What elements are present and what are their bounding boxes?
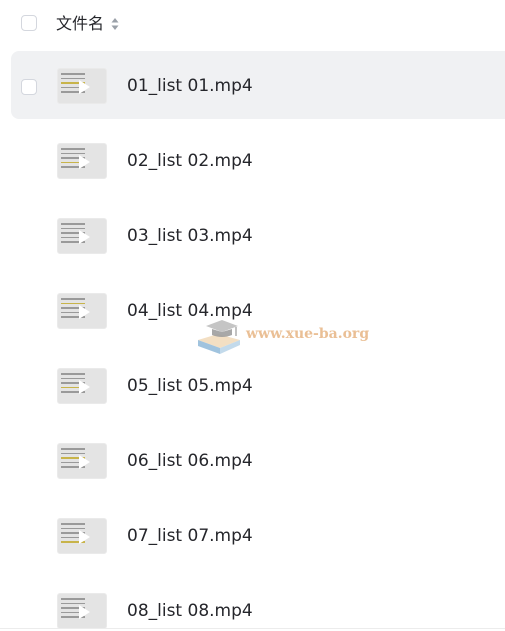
watermark-text: www.xue-ba.org xyxy=(246,326,370,342)
play-icon xyxy=(79,380,90,394)
file-name[interactable]: 03_list 03.mp4 xyxy=(127,225,253,247)
play-icon xyxy=(79,80,90,94)
list-header: 文件名 xyxy=(0,0,505,48)
file-row[interactable]: 05_list 05.mp4 xyxy=(0,351,505,426)
video-thumbnail[interactable] xyxy=(57,218,107,254)
file-name[interactable]: 01_list 01.mp4 xyxy=(127,75,253,97)
file-row[interactable]: 06_list 06.mp4 xyxy=(0,426,505,501)
video-thumbnail[interactable] xyxy=(57,143,107,179)
video-thumbnail[interactable] xyxy=(57,593,107,629)
file-browser: 文件名 01_list 01.mp4 02_list 02.mp4 03_lis… xyxy=(0,0,505,631)
column-header-filename[interactable]: 文件名 xyxy=(56,12,104,36)
file-row[interactable]: 01_list 01.mp4 xyxy=(0,51,505,126)
file-name[interactable]: 07_list 07.mp4 xyxy=(127,525,253,547)
file-row[interactable]: 03_list 03.mp4 xyxy=(0,201,505,276)
watermark: www.xue-ba.org xyxy=(196,314,370,358)
play-icon xyxy=(79,155,90,169)
play-icon xyxy=(79,455,90,469)
video-thumbnail[interactable] xyxy=(57,68,107,104)
sort-icon[interactable] xyxy=(111,16,119,32)
video-thumbnail[interactable] xyxy=(57,443,107,479)
file-row[interactable]: 02_list 02.mp4 xyxy=(0,126,505,201)
file-name[interactable]: 06_list 06.mp4 xyxy=(127,450,253,472)
video-thumbnail[interactable] xyxy=(57,518,107,554)
file-row[interactable]: 08_list 08.mp4 xyxy=(0,576,505,631)
row-checkbox[interactable] xyxy=(21,79,37,95)
play-icon xyxy=(79,530,90,544)
file-name[interactable]: 08_list 08.mp4 xyxy=(127,600,253,622)
video-thumbnail[interactable] xyxy=(57,293,107,329)
play-icon xyxy=(79,605,90,619)
file-name[interactable]: 02_list 02.mp4 xyxy=(127,150,253,172)
file-row[interactable]: 07_list 07.mp4 xyxy=(0,501,505,576)
file-name[interactable]: 05_list 05.mp4 xyxy=(127,375,253,397)
divider xyxy=(0,628,505,629)
select-all-checkbox[interactable] xyxy=(21,15,37,31)
video-thumbnail[interactable] xyxy=(57,368,107,404)
play-icon xyxy=(79,230,90,244)
graduation-cap-book-icon xyxy=(198,320,240,354)
play-icon xyxy=(79,305,90,319)
